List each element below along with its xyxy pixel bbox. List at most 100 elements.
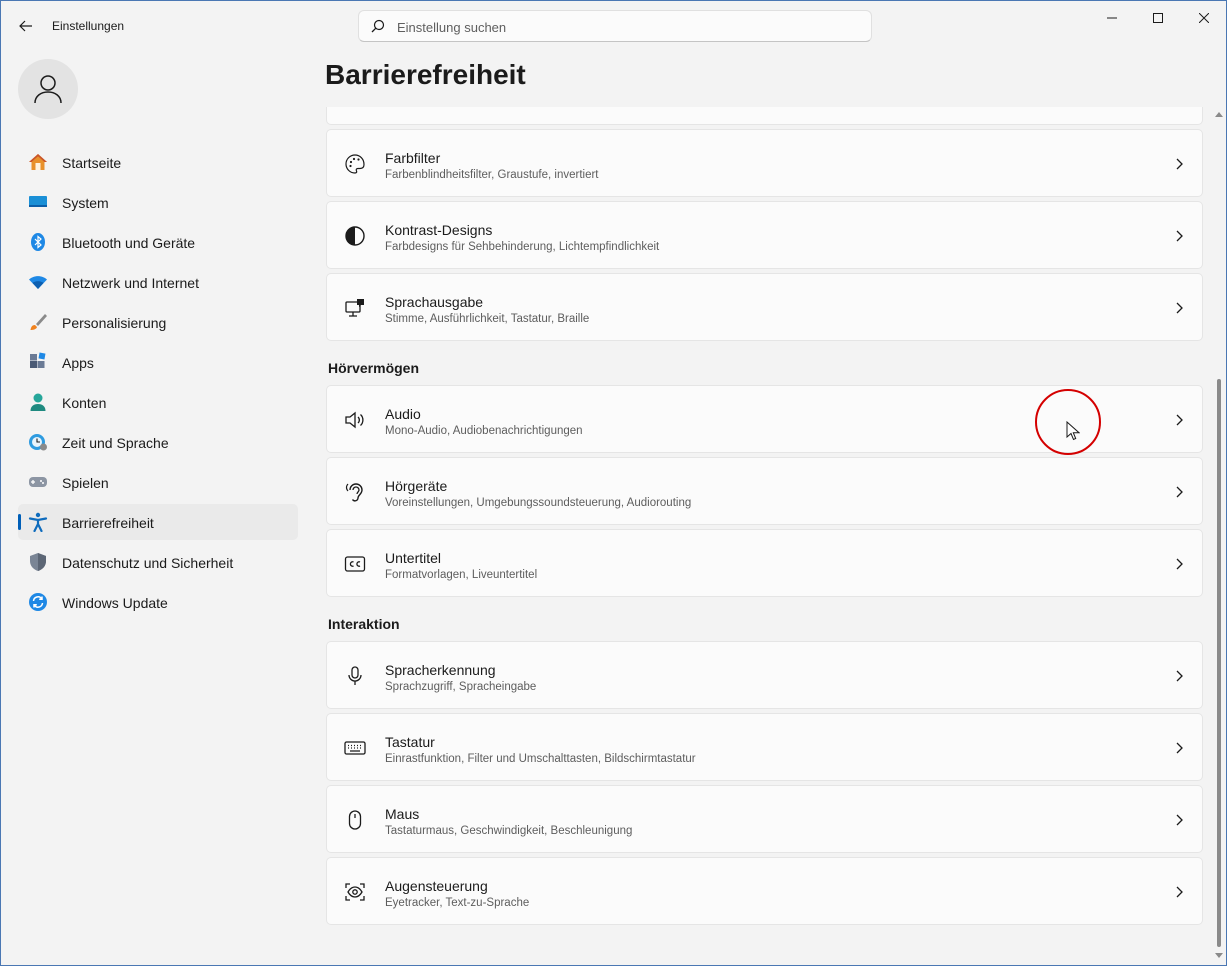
settings-card-farbfilter[interactable]: Farbfilter Farbenblindheitsfilter, Graus… — [326, 129, 1203, 197]
card-subtitle: Sprachzugriff, Spracheingabe — [385, 681, 537, 693]
card-subtitle: Farbenblindheitsfilter, Graustufe, inver… — [385, 169, 599, 181]
sidebar-item-label: Konten — [62, 395, 107, 411]
sidebar-item-label: Spielen — [62, 475, 109, 491]
card-subtitle: Mono-Audio, Audiobenachrichtigungen — [385, 425, 583, 437]
sidebar-item-label: Zeit und Sprache — [62, 435, 169, 451]
sidebar-item-zeit-sprache[interactable]: Zeit und Sprache — [18, 424, 298, 460]
card-title: Tastatur — [385, 734, 435, 750]
sidebar-item-label: Barrierefreiheit — [62, 515, 154, 531]
sidebar-item-label: Apps — [62, 355, 94, 371]
chevron-right-icon — [1176, 558, 1183, 570]
card-subtitle: Stimme, Ausführlichkeit, Tastatur, Brail… — [385, 313, 590, 325]
sidebar-item-netzwerk[interactable]: Netzwerk und Internet — [18, 264, 298, 300]
accessibility-icon — [28, 512, 48, 532]
settings-window: Einstellungen Startseite System Bluet — [0, 0, 1227, 966]
card-title: Kontrast-Designs — [385, 222, 493, 238]
sidebar-item-label: Personalisierung — [62, 315, 167, 331]
chevron-right-icon — [1176, 158, 1183, 170]
microphone-icon — [348, 666, 362, 685]
speaker-icon — [345, 411, 364, 429]
settings-card-kontrast[interactable]: Kontrast-Designs Farbdesigns für Sehbehi… — [326, 201, 1203, 269]
card-subtitle: Einrastfunktion, Filter und Umschalttast… — [385, 753, 696, 765]
sidebar-item-label: Startseite — [62, 155, 122, 171]
minimize-button[interactable] — [1089, 1, 1135, 35]
card-subtitle: Voreinstellungen, Umgebungssoundsteuerun… — [385, 497, 692, 509]
sidebar-item-label: Bluetooth und Geräte — [62, 235, 196, 251]
card-title: Audio — [385, 406, 421, 422]
sidebar-item-startseite[interactable]: Startseite — [18, 144, 298, 180]
settings-card-sprachausgabe[interactable]: Sprachausgabe Stimme, Ausführlichkeit, T… — [326, 273, 1203, 341]
account-icon — [30, 393, 46, 411]
sidebar-item-konten[interactable]: Konten — [18, 384, 298, 420]
settings-card-hoergeraete[interactable]: Hörgeräte Voreinstellungen, Umgebungssou… — [326, 457, 1203, 525]
mouse-icon — [348, 810, 362, 830]
settings-card-tastatur[interactable]: Tastatur Einrastfunktion, Filter und Ums… — [326, 713, 1203, 781]
vertical-scrollbar[interactable] — [1214, 107, 1224, 963]
search-box[interactable] — [358, 10, 872, 42]
settings-card-spracherkennung[interactable]: Spracherkennung Sprachzugriff, Sprachein… — [326, 641, 1203, 709]
section-heading-hearing: Hörvermögen — [328, 360, 420, 376]
sidebar-item-label: Windows Update — [62, 595, 168, 611]
settings-card-untertitel[interactable]: Untertitel Formatvorlagen, Liveuntertite… — [326, 529, 1203, 597]
close-icon — [1199, 13, 1209, 23]
settings-card-maus[interactable]: Maus Tastaturmaus, Geschwindigkeit, Besc… — [326, 785, 1203, 853]
sidebar-item-barrierefreiheit[interactable]: Barrierefreiheit — [18, 504, 298, 540]
card-subtitle: Farbdesigns für Sehbehinderung, Lichtemp… — [385, 241, 660, 253]
sidebar-item-system[interactable]: System — [18, 184, 298, 220]
sidebar-item-windows-update[interactable]: Windows Update — [18, 584, 298, 620]
card-title: Hörgeräte — [385, 478, 448, 494]
sidebar-item-datenschutz[interactable]: Datenschutz und Sicherheit — [18, 544, 298, 580]
chevron-right-icon — [1176, 414, 1183, 426]
mouse-pointer-icon — [1066, 421, 1080, 441]
system-icon — [29, 196, 47, 207]
settings-card-partial[interactable] — [326, 107, 1203, 125]
chevron-right-icon — [1176, 302, 1183, 314]
back-arrow-icon — [19, 20, 32, 32]
keyboard-icon — [344, 741, 366, 755]
time-language-icon — [29, 434, 47, 451]
gamepad-icon — [29, 477, 47, 487]
sidebar-nav: Startseite System Bluetooth und Geräte N… — [18, 144, 298, 624]
contrast-icon — [345, 226, 365, 246]
home-icon — [29, 154, 47, 170]
app-title: Einstellungen — [52, 19, 125, 33]
chevron-right-icon — [1176, 814, 1183, 826]
settings-card-augensteuerung[interactable]: Augensteuerung Eyetracker, Text-zu-Sprac… — [326, 857, 1203, 925]
sidebar-item-bluetooth[interactable]: Bluetooth und Geräte — [18, 224, 298, 260]
avatar[interactable] — [18, 59, 78, 119]
card-subtitle: Formatvorlagen, Liveuntertitel — [385, 569, 538, 581]
apps-icon — [30, 352, 46, 368]
sidebar-item-label: Datenschutz und Sicherheit — [62, 555, 234, 571]
maximize-button[interactable] — [1135, 1, 1181, 35]
sidebar-item-spielen[interactable]: Spielen — [18, 464, 298, 500]
sidebar-item-apps[interactable]: Apps — [18, 344, 298, 380]
user-icon — [34, 75, 62, 104]
card-title: Sprachausgabe — [385, 294, 484, 310]
search-input[interactable] — [397, 17, 857, 37]
shield-icon — [30, 553, 46, 571]
chevron-right-icon — [1176, 886, 1183, 898]
ear-icon — [345, 483, 363, 502]
card-title: Untertitel — [385, 550, 442, 566]
scroll-up-icon[interactable] — [1215, 111, 1223, 117]
close-button[interactable] — [1181, 1, 1227, 35]
chevron-right-icon — [1176, 230, 1183, 242]
narrator-icon — [345, 299, 364, 317]
wifi-icon — [29, 276, 47, 289]
minimize-icon — [1107, 17, 1117, 19]
sidebar-item-label: System — [62, 195, 109, 211]
scroll-down-icon[interactable] — [1215, 953, 1223, 959]
sidebar-item-label: Netzwerk und Internet — [62, 275, 199, 291]
chevron-right-icon — [1176, 486, 1183, 498]
search-icon — [371, 19, 385, 33]
chevron-right-icon — [1176, 670, 1183, 682]
bluetooth-icon — [31, 233, 45, 251]
palette-icon — [345, 154, 365, 174]
captions-icon — [344, 556, 366, 572]
back-button[interactable] — [13, 13, 39, 39]
update-icon — [29, 593, 47, 611]
card-subtitle: Tastaturmaus, Geschwindigkeit, Beschleun… — [385, 825, 633, 837]
sidebar-item-personalisierung[interactable]: Personalisierung — [18, 304, 298, 340]
section-heading-interaction: Interaktion — [328, 616, 400, 632]
scrollbar-thumb[interactable] — [1217, 379, 1221, 947]
